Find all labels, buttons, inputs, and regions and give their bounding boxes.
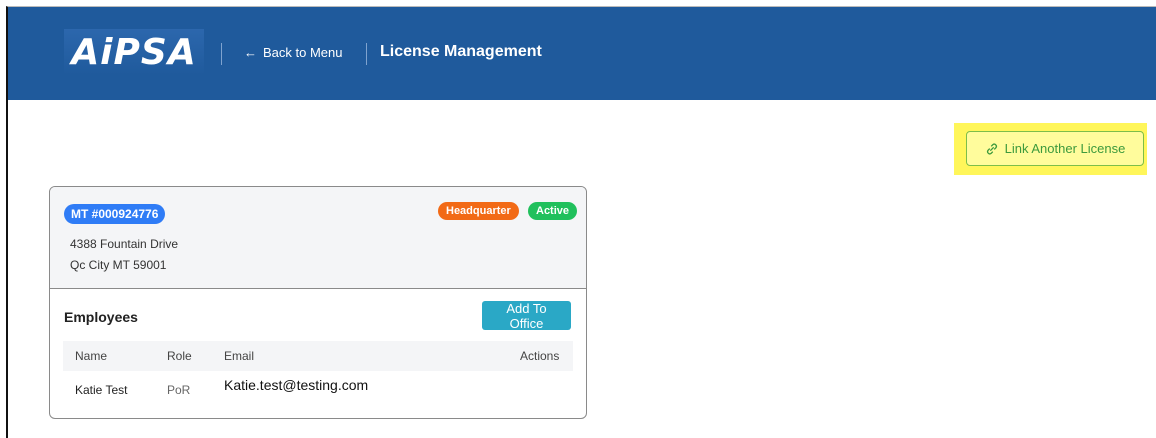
arrow-left-icon: ←: [244, 45, 257, 60]
email-cell: Katie.test@testing.com: [210, 371, 455, 413]
column-header-role: Role: [167, 349, 192, 363]
link-another-license-button[interactable]: Link Another License: [966, 131, 1144, 166]
license-card: MT #000924776 Headquarter Active 4388 Fo…: [49, 186, 587, 419]
employee-role: PoR: [167, 383, 191, 397]
back-to-menu-link[interactable]: ← Back to Menu: [244, 45, 343, 60]
column-header-actions: Actions: [520, 349, 560, 363]
address-line-2: Qc City MT 59001: [70, 258, 167, 272]
back-link-label: Back to Menu: [263, 45, 343, 60]
link-license-label: Link Another License: [1004, 141, 1126, 156]
employee-email: Katie.test@testing.com: [224, 377, 369, 393]
app-window: AiPSA ← Back to Menu License Management …: [6, 6, 1156, 438]
page-title: License Management: [380, 43, 542, 60]
table-header: Name Role Email Actions: [63, 341, 573, 371]
column-header-name: Name: [75, 349, 108, 363]
header-divider: [221, 43, 222, 65]
column-header-email: Email: [224, 349, 255, 363]
headquarter-badge: Headquarter: [438, 202, 519, 220]
license-number-pill: MT #000924776: [64, 204, 166, 224]
top-header: AiPSA ← Back to Menu License Management: [8, 7, 1156, 100]
logo-text: AiPSA: [71, 31, 197, 73]
aipsa-logo: AiPSA: [64, 29, 204, 75]
link-icon: [986, 143, 997, 154]
status-badge: Active: [528, 202, 578, 220]
employees-title: Employees: [64, 309, 138, 325]
employee-name: Katie Test: [75, 383, 128, 397]
license-card-header: MT #000924776 Headquarter Active 4388 Fo…: [50, 187, 586, 289]
header-divider: [366, 43, 367, 65]
address-line-1: 4388 Fountain Drive: [70, 237, 179, 251]
add-to-office-button[interactable]: Add To Office: [482, 301, 571, 331]
